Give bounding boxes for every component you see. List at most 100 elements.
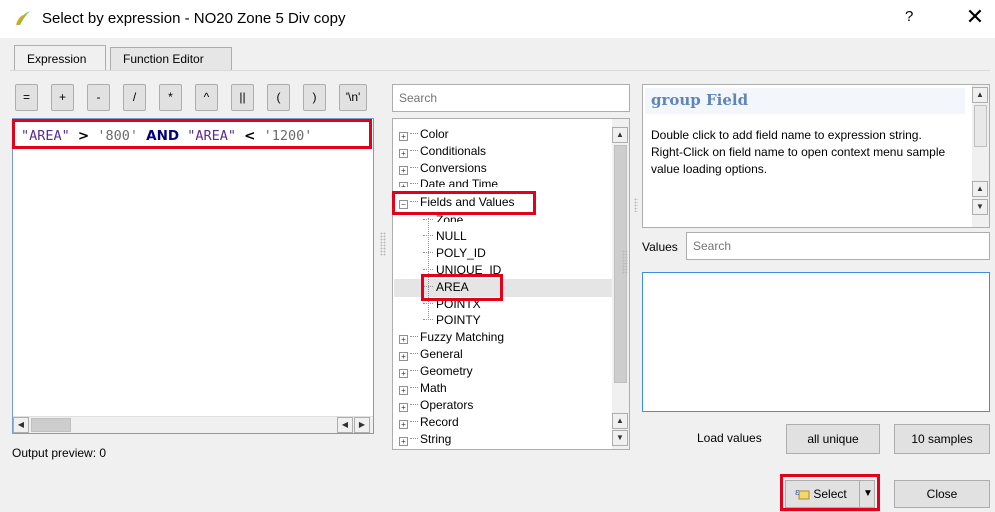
tree-field-pointy[interactable]: POINTY [423, 312, 481, 329]
expression-hscrollbar[interactable]: ◀ ◀ ▶ [13, 416, 373, 433]
tree-field-poly-id[interactable]: POLY_ID [423, 245, 486, 262]
select-expression-icon: ε [795, 488, 810, 500]
expr-keyword: AND [146, 128, 180, 144]
tree-connector [423, 286, 433, 287]
values-search-box[interactable] [686, 232, 990, 260]
help-button[interactable]: ? [905, 8, 913, 25]
expr-field-1: "AREA" [21, 128, 70, 144]
tree-connector [423, 269, 433, 270]
tab-expression[interactable]: Expression [14, 45, 106, 71]
tree-vscrollbar[interactable]: ▲ ▲ ▼ [612, 119, 629, 449]
function-search-input[interactable] [393, 85, 629, 111]
tree-connector [410, 167, 418, 168]
scroll-right-icon[interactable]: ▶ [354, 417, 370, 433]
dropdown-arrow-icon[interactable]: ▼ [863, 481, 873, 507]
tree-field-label: UNIQUE_ID [436, 263, 502, 277]
operator-open-paren-button[interactable]: ( [267, 84, 290, 111]
tree-group-string[interactable]: + String [399, 431, 451, 448]
scroll-left-icon[interactable]: ◀ [13, 417, 29, 433]
scroll-up-icon[interactable]: ▲ [612, 127, 628, 143]
operator-divide-button[interactable]: / [123, 84, 146, 111]
tree-connector [410, 336, 418, 337]
function-tree[interactable]: + Color + Conditionals + Conversions + Date … [392, 118, 630, 450]
expand-icon[interactable]: + [399, 403, 408, 412]
tree-connector [410, 387, 418, 388]
tree-field-pointx[interactable]: POINTX [423, 296, 481, 313]
splitter-grip[interactable] [634, 198, 638, 212]
expand-icon[interactable]: + [399, 166, 408, 175]
function-search-box[interactable] [392, 84, 630, 112]
operator-plus-button[interactable]: + [51, 84, 74, 111]
splitter-grip[interactable] [380, 232, 386, 256]
title-bar: Select by expression - NO20 Zone 5 Div c… [0, 0, 995, 38]
tree-group-label: Conditionals [420, 144, 487, 158]
values-list[interactable] [642, 272, 990, 412]
tree-group-fields-values[interactable]: − Fields and Values [399, 194, 515, 211]
tree-group-fuzzy-matching[interactable]: + Fuzzy Matching [399, 329, 504, 346]
all-unique-button[interactable]: all unique [786, 424, 880, 454]
tree-group-geometry[interactable]: + Geometry [399, 363, 473, 380]
expand-icon[interactable]: + [399, 352, 408, 361]
tree-group-math[interactable]: + Math [399, 380, 447, 397]
scroll-up-icon[interactable]: ▲ [612, 413, 628, 429]
scroll-up-icon[interactable]: ▲ [972, 87, 988, 103]
tree-group-conversions[interactable]: + Conversions [399, 160, 487, 177]
scroll-left-icon[interactable]: ◀ [337, 417, 353, 433]
output-preview: Output preview: 0 [12, 446, 107, 460]
expand-icon[interactable]: + [399, 386, 408, 395]
tree-group-label: Operators [420, 398, 474, 412]
expand-icon[interactable]: + [399, 132, 408, 141]
scroll-thumb[interactable] [974, 105, 987, 147]
tree-group-operators[interactable]: + Operators [399, 397, 473, 414]
operator-concat-button[interactable]: || [231, 84, 254, 111]
operator-close-paren-button[interactable]: ) [303, 84, 326, 111]
select-button-label: Select [813, 487, 847, 501]
values-search-input[interactable] [687, 233, 989, 259]
operator-power-button[interactable]: ^ [195, 84, 218, 111]
expression-editor[interactable]: "AREA" > '800' AND "AREA" < '1200' ◀ ◀ ▶ [12, 118, 374, 434]
splitter-grip[interactable] [622, 250, 628, 274]
expand-icon[interactable]: + [399, 369, 408, 378]
collapse-icon[interactable]: − [399, 200, 408, 209]
operator-multiply-button[interactable]: * [159, 84, 182, 111]
tree-group-label: Date and Time [420, 177, 499, 187]
tree-group-general[interactable]: + General [399, 346, 463, 363]
tree-connector [423, 303, 433, 304]
select-button[interactable]: ε Select ▼ [785, 480, 875, 508]
expand-icon[interactable]: + [399, 335, 408, 344]
help-vscrollbar[interactable]: ▲ ▲ ▼ [972, 85, 989, 227]
scroll-down-icon[interactable]: ▼ [972, 199, 988, 215]
scroll-thumb[interactable] [31, 418, 71, 432]
tree-field-label: POINTX [436, 297, 481, 311]
operator-minus-button[interactable]: - [87, 84, 110, 111]
tree-field-null[interactable]: NULL [423, 228, 467, 245]
operator-equals-button[interactable]: = [15, 84, 38, 111]
tree-group-record[interactable]: + Record [399, 414, 459, 431]
tree-field-label: Zone [436, 213, 464, 222]
tree-connector [423, 319, 433, 320]
close-button[interactable]: Close [894, 480, 990, 508]
tab-function-editor[interactable]: Function Editor [110, 47, 232, 71]
expand-icon[interactable]: + [399, 437, 408, 446]
close-window-icon[interactable]: ✕ [960, 4, 990, 30]
tab-divider [10, 70, 990, 71]
tree-group-label: Fuzzy Matching [420, 330, 505, 344]
expand-icon[interactable]: + [399, 420, 408, 429]
expand-icon[interactable]: + [399, 182, 408, 187]
qgis-app-icon [16, 11, 30, 26]
scroll-up-icon[interactable]: ▲ [972, 181, 988, 197]
tree-group-conditionals[interactable]: + Conditionals [399, 143, 486, 160]
expand-icon[interactable]: + [399, 149, 408, 158]
tree-group-label: Math [420, 381, 447, 395]
tree-group-label: Geometry [420, 364, 473, 378]
tree-connector [410, 438, 418, 439]
tree-field-area[interactable]: AREA [423, 279, 469, 296]
tree-group-date-time[interactable]: + Date and Time [399, 176, 498, 187]
tree-group-color[interactable]: + Color [399, 126, 449, 143]
tree-field-unique-id[interactable]: UNIQUE_ID [423, 262, 501, 279]
load-values-label: Load values [697, 431, 762, 445]
operator-newline-button[interactable]: '\n' [339, 84, 367, 111]
tree-field-zone[interactable]: Zone [423, 212, 463, 222]
scroll-down-icon[interactable]: ▼ [612, 430, 628, 446]
ten-samples-button[interactable]: 10 samples [894, 424, 990, 454]
